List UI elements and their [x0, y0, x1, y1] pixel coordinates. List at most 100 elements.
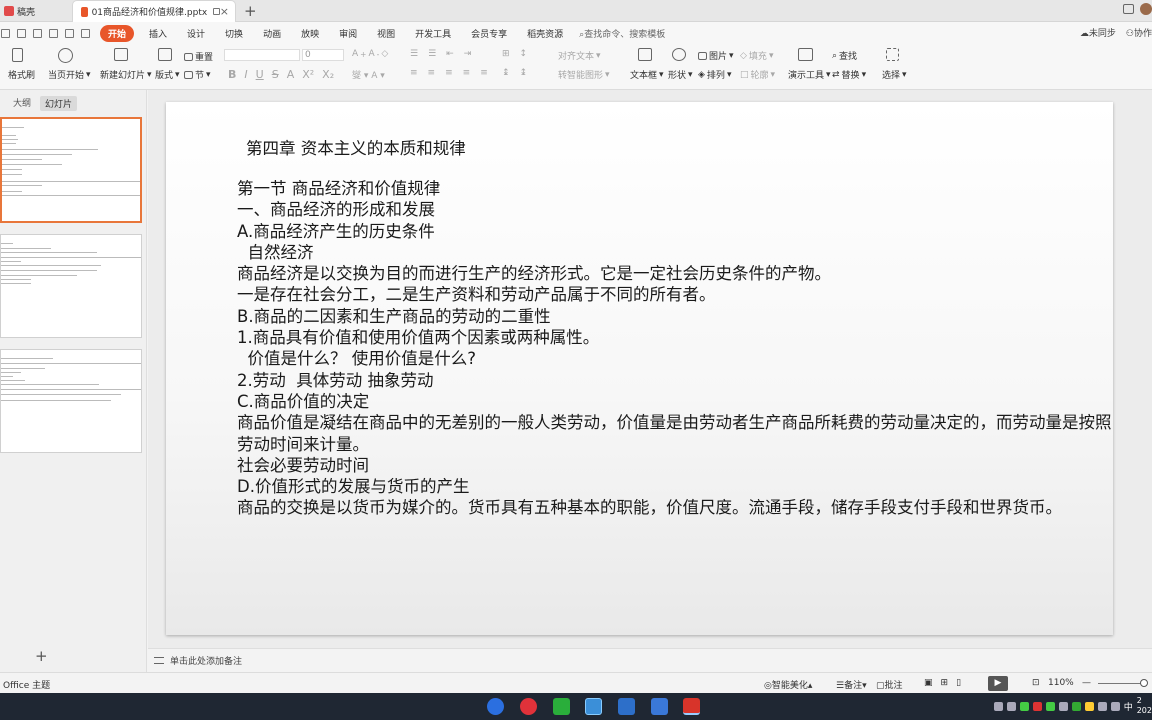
wps-taskbar-icon[interactable]: [683, 698, 700, 715]
save-icon[interactable]: [17, 28, 26, 38]
font-style-group[interactable]: B I U S A X² X₂: [228, 68, 334, 81]
mail-icon[interactable]: [651, 698, 668, 715]
arrange-button[interactable]: ◈ 排列 ▾: [698, 68, 731, 82]
sync-status[interactable]: ☁未同步: [1080, 26, 1116, 39]
menu-developer[interactable]: 开发工具: [415, 27, 451, 40]
menu-docer[interactable]: 稻壳资源: [527, 27, 563, 40]
tray-icon[interactable]: [993, 701, 1003, 711]
layout-button[interactable]: 版式 ▾: [155, 68, 180, 82]
menu-view[interactable]: 视图: [377, 27, 395, 40]
slide-editing-canvas[interactable]: 第四章 资本主义的本质和规律 第一节 商品经济和价值规律 一、商品经济的形成和发…: [148, 90, 1152, 648]
font-family-select[interactable]: [224, 49, 300, 61]
tray-icon[interactable]: [1045, 701, 1055, 711]
zoom-slider[interactable]: [1098, 683, 1146, 684]
play-slideshow-icon[interactable]: ▶: [988, 676, 1008, 691]
slide-thumbnail-2[interactable]: [0, 234, 142, 338]
mic-icon[interactable]: [1006, 701, 1016, 711]
app-icon[interactable]: [585, 698, 602, 715]
wechat-tray-icon[interactable]: [1019, 701, 1029, 711]
text-direction-icon[interactable]: ⊞ ↕: [502, 49, 527, 59]
sorter-view-icon[interactable]: ⊞: [941, 678, 949, 688]
new-slide-button[interactable]: 新建幻灯片 ▾: [100, 68, 152, 82]
clock[interactable]: 2 202: [1137, 696, 1152, 716]
smartart-button[interactable]: 转智能图形 ▾: [558, 68, 610, 82]
zoom-slider-handle[interactable]: [1140, 679, 1148, 687]
battery-icon[interactable]: [1058, 701, 1068, 711]
smart-beautify-button[interactable]: ◎智能美化▴: [764, 678, 812, 691]
text-box-icon[interactable]: [638, 48, 652, 61]
tab-outline[interactable]: 大纲: [13, 96, 31, 109]
ime-indicator[interactable]: 中: [1124, 700, 1133, 713]
volume-icon[interactable]: [1110, 701, 1120, 711]
picture-button[interactable]: 图片 ▾: [698, 49, 734, 62]
undo-icon[interactable]: [65, 28, 74, 38]
normal-view-icon[interactable]: ▣: [924, 678, 933, 688]
print-icon[interactable]: [33, 28, 42, 38]
shield-icon[interactable]: [1071, 701, 1081, 711]
menu-slideshow[interactable]: 放映: [301, 27, 319, 40]
text-color-icon[interactable]: 燮 ▾ A ▾: [352, 68, 385, 81]
new-tab-button[interactable]: +: [244, 2, 257, 20]
reading-view-icon[interactable]: ▯: [956, 678, 961, 688]
command-search[interactable]: ⌕查找命令、搜索模板: [579, 27, 665, 40]
presentation-tools-icon[interactable]: [798, 48, 813, 61]
tab-document[interactable]: 01商品经济和价值规律.pptx ×: [72, 0, 236, 22]
replace-button[interactable]: ⇄ 替换 ▾: [832, 68, 866, 82]
wechat-icon[interactable]: [553, 698, 570, 715]
slide-body-text[interactable]: 第一节 商品经济和价值规律 一、商品经济的形成和发展 A.商品经济产生的历史条件…: [237, 178, 1117, 519]
collab-button[interactable]: ⚇协作: [1126, 26, 1152, 39]
menu-home[interactable]: 开始: [100, 24, 135, 42]
tab-home[interactable]: 稿壳: [0, 0, 68, 22]
reset-button[interactable]: 重置: [184, 50, 213, 63]
current-slide[interactable]: 第四章 资本主义的本质和规律 第一节 商品经济和价值规律 一、商品经济的形成和发…: [166, 102, 1113, 635]
text-box-button[interactable]: 文本框 ▾: [630, 68, 664, 82]
play-icon[interactable]: [58, 48, 73, 63]
select-button[interactable]: 选择 ▾: [882, 68, 907, 82]
tab-slides[interactable]: 幻灯片: [40, 96, 78, 111]
slide-thumbnail-3[interactable]: [0, 349, 142, 453]
menu-animation[interactable]: 动画: [263, 27, 281, 40]
fill-button[interactable]: ◇ 填充 ▾: [740, 49, 773, 63]
preview-icon[interactable]: [49, 28, 58, 38]
notes-pane[interactable]: 单击此处添加备注: [148, 648, 1152, 672]
menu-member[interactable]: 会员专享: [471, 27, 507, 40]
window-icon[interactable]: [1123, 4, 1134, 14]
avatar[interactable]: [1140, 3, 1152, 15]
open-icon[interactable]: [1, 28, 10, 38]
outline-button[interactable]: □ 轮廓 ▾: [740, 68, 775, 82]
netease-music-icon[interactable]: [520, 698, 537, 715]
paragraph-group[interactable]: ☰ ☰ ⇤ ⇥: [410, 49, 471, 59]
format-brush-button[interactable]: 格式刷: [8, 68, 35, 81]
play-from-current-button[interactable]: 当页开始 ▾: [48, 68, 91, 82]
tray-icon[interactable]: [1084, 701, 1094, 711]
menu-review[interactable]: 审阅: [339, 27, 357, 40]
add-slide-button[interactable]: +: [35, 647, 48, 665]
slide-thumbnail-1[interactable]: [0, 117, 142, 223]
edge-icon[interactable]: [487, 698, 504, 715]
shape-icon[interactable]: [672, 48, 686, 61]
fit-window-icon[interactable]: ⊡: [1032, 678, 1040, 688]
select-icon[interactable]: [886, 48, 899, 61]
slide-title[interactable]: 第四章 资本主义的本质和规律: [246, 135, 466, 159]
section-button[interactable]: 节 ▾: [184, 68, 211, 81]
close-tab-icon[interactable]: ×: [220, 5, 229, 18]
find-button[interactable]: ⌕ 查找: [832, 49, 857, 63]
menu-insert[interactable]: 插入: [149, 27, 167, 40]
notes-button[interactable]: ☰备注▾: [836, 678, 867, 691]
layout-icon[interactable]: [158, 48, 172, 61]
shape-button[interactable]: 形状 ▾: [668, 68, 693, 82]
menu-transition[interactable]: 切换: [225, 27, 243, 40]
font-size-select[interactable]: 0: [302, 49, 344, 61]
align-text-button[interactable]: 对齐文本 ▾: [558, 49, 601, 63]
align-group[interactable]: ≡ ≡ ≡ ≡ ≡: [410, 68, 488, 78]
zoom-out-icon[interactable]: —: [1082, 678, 1091, 688]
security-icon[interactable]: [618, 698, 635, 715]
comments-button[interactable]: ▢批注: [876, 678, 903, 691]
redo-icon[interactable]: [81, 28, 90, 38]
network-icon[interactable]: [1097, 701, 1107, 711]
zoom-level[interactable]: 110%: [1048, 678, 1074, 688]
presentation-tools-button[interactable]: 演示工具 ▾: [788, 68, 831, 82]
line-spacing-icon[interactable]: ↨ ↨: [502, 68, 527, 78]
font-grow-icon[interactable]: A + A- ◇: [352, 49, 388, 59]
paint-brush-icon[interactable]: [12, 48, 23, 62]
